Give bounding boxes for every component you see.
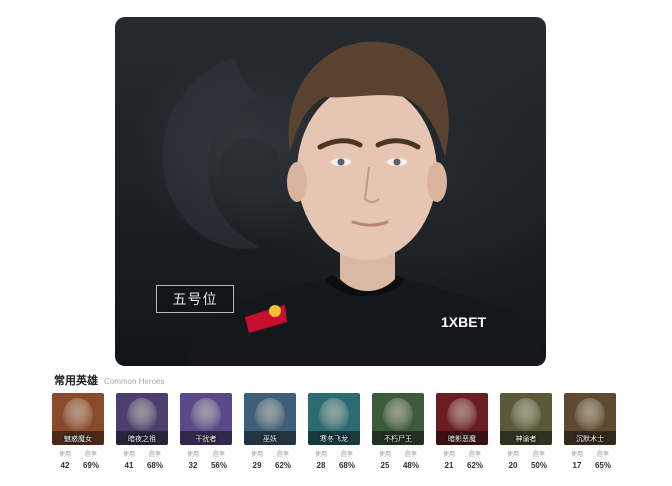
usage-count: 29 [252,461,262,470]
winrate-label: 胜率 [596,452,609,458]
shadow-demon-portrait: 暗影恶魔 [436,393,488,445]
position-badge: 五号位 [156,285,234,313]
hero-name: 魅惑魔女 [64,436,92,443]
usage-label: 使用 [58,452,71,458]
usage-count: 21 [444,461,454,470]
hero-card[interactable]: 神谕者使用 胜率 20 50% [500,393,552,473]
common-heroes-header: 常用英雄 Common Heroes [54,372,164,388]
hero-stat-labels: 使用 胜率 [244,449,296,458]
player-photo: 1XBET [185,41,546,366]
hero-stat-values: 29 62% [244,461,296,470]
winrate-label: 胜率 [340,452,353,458]
hero-stat-labels: 使用 胜率 [564,449,616,458]
hero-stat-values: 20 50% [500,461,552,470]
usage-count: 17 [572,461,582,470]
usage-label: 使用 [506,452,519,458]
usage-count: 28 [316,461,326,470]
hero-card[interactable]: 巫妖使用 胜率 29 62% [244,393,296,473]
usage-label: 使用 [314,452,327,458]
hero-stat-labels: 使用 胜率 [436,449,488,458]
hero-name: 巫妖 [263,436,277,443]
usage-count: 25 [380,461,390,470]
hero-stat-values: 42 69% [52,461,104,470]
hero-card[interactable]: 寒冬飞龙使用 胜率 28 68% [308,393,360,473]
usage-count: 20 [508,461,518,470]
winter-wyvern-portrait: 寒冬飞龙 [308,393,360,445]
winrate-label: 胜率 [148,452,161,458]
usage-label: 使用 [250,452,263,458]
lich-portrait: 巫妖 [244,393,296,445]
hero-stat-values: 41 68% [116,461,168,470]
player-card: 1XBET 五号位 [115,17,546,366]
hero-stat-labels: 使用 胜率 [52,449,104,458]
hero-card[interactable]: 暗夜之祖使用 胜率 41 68% [116,393,168,473]
hero-stat-labels: 使用 胜率 [500,449,552,458]
night-stalker-portrait: 暗夜之祖 [116,393,168,445]
hero-card[interactable]: 干扰者使用 胜率 32 56% [180,393,232,473]
hero-card[interactable]: 沉默术士使用 胜率 17 65% [564,393,616,473]
disruptor-portrait: 干扰者 [180,393,232,445]
winrate-value: 62% [466,461,483,470]
winrate-label: 胜率 [468,452,481,458]
silencer-portrait: 沉默术士 [564,393,616,445]
usage-count: 41 [124,461,134,470]
section-title: 常用英雄 [54,375,98,387]
winrate-value: 65% [594,461,611,470]
winrate-label: 胜率 [276,452,289,458]
hero-stat-labels: 使用 胜率 [116,449,168,458]
hero-name: 暗夜之祖 [128,436,156,443]
hero-card[interactable]: 魅惑魔女使用 胜率 42 69% [52,393,104,473]
usage-label: 使用 [186,452,199,458]
winrate-value: 50% [530,461,547,470]
winrate-label: 胜率 [84,452,97,458]
winrate-label: 胜率 [404,452,417,458]
hero-name: 寒冬飞龙 [320,436,348,443]
enchantress-portrait: 魅惑魔女 [52,393,104,445]
hero-stat-labels: 使用 胜率 [372,449,424,458]
section-subtitle: Common Heroes [104,377,165,386]
usage-count: 32 [188,461,198,470]
oracle-portrait: 神谕者 [500,393,552,445]
sponsor-logo: 1XBET [441,314,487,330]
hero-stat-values: 25 48% [372,461,424,470]
winrate-value: 68% [338,461,355,470]
hero-name: 神谕者 [515,436,537,443]
usage-label: 使用 [570,452,583,458]
hero-stat-values: 21 62% [436,461,488,470]
undying-portrait: 不朽尸王 [372,393,424,445]
winrate-value: 48% [402,461,419,470]
usage-label: 使用 [378,452,391,458]
winrate-value: 56% [210,461,227,470]
hero-name: 暗影恶魔 [448,436,476,443]
hero-stat-values: 17 65% [564,461,616,470]
hero-list: 魅惑魔女使用 胜率 42 69% 暗夜之祖使用 胜率 41 68% 干扰者使用 胜率 32 56% 巫妖… [52,393,632,473]
winrate-value: 69% [82,461,99,470]
hero-card[interactable]: 不朽尸王使用 胜率 25 48% [372,393,424,473]
winrate-label: 胜率 [212,452,225,458]
usage-count: 42 [60,461,70,470]
winrate-label: 胜率 [532,452,545,458]
hero-name: 不朽尸王 [384,436,412,443]
hero-stat-values: 32 56% [180,461,232,470]
winrate-value: 68% [146,461,163,470]
hero-stat-labels: 使用 胜率 [180,449,232,458]
hero-stat-values: 28 68% [308,461,360,470]
hero-card[interactable]: 暗影恶魔使用 胜率 21 62% [436,393,488,473]
hero-name: 干扰者 [195,436,217,443]
usage-label: 使用 [442,452,455,458]
hero-stat-labels: 使用 胜率 [308,449,360,458]
hero-name: 沉默术士 [576,436,604,443]
usage-label: 使用 [122,452,135,458]
winrate-value: 62% [274,461,291,470]
